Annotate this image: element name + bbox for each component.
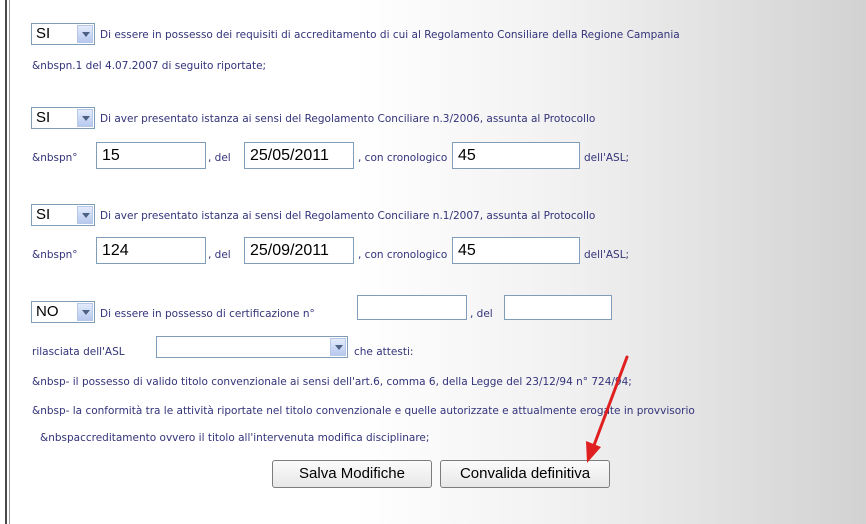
annotation-arrow-icon bbox=[586, 355, 629, 463]
